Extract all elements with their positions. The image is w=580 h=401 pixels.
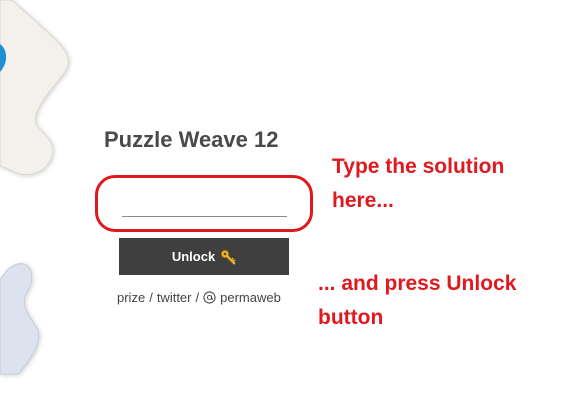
permaweb-link[interactable]: permaweb [220,290,281,305]
unlock-button-label: Unlock [171,249,216,264]
key-icon [221,249,236,264]
unlock-button[interactable]: Unlock [119,238,289,275]
solution-input[interactable] [122,196,287,217]
puzzle-piece-top [0,0,69,176]
footer-links: prize / twitter / permaweb [117,290,281,305]
annotation-line: button [318,306,384,329]
annotation-line: ... and press Unlock [318,272,517,295]
annotation-line: here... [332,189,394,212]
annotation-press-unlock: ... and press Unlock button [318,267,516,335]
annotation-type-solution: Type the solution here... [332,150,504,218]
prize-link[interactable]: prize [117,290,145,305]
link-separator: / [195,290,200,305]
puzzle-piece-bottom [0,263,40,375]
puzzle-piece-top-accent [0,44,7,72]
page-title: Puzzle Weave 12 [104,127,279,152]
link-separator: / [149,290,153,305]
at-sign-circle-icon [203,291,216,304]
twitter-link[interactable]: twitter [157,290,192,305]
annotation-line: Type the solution [332,155,505,178]
